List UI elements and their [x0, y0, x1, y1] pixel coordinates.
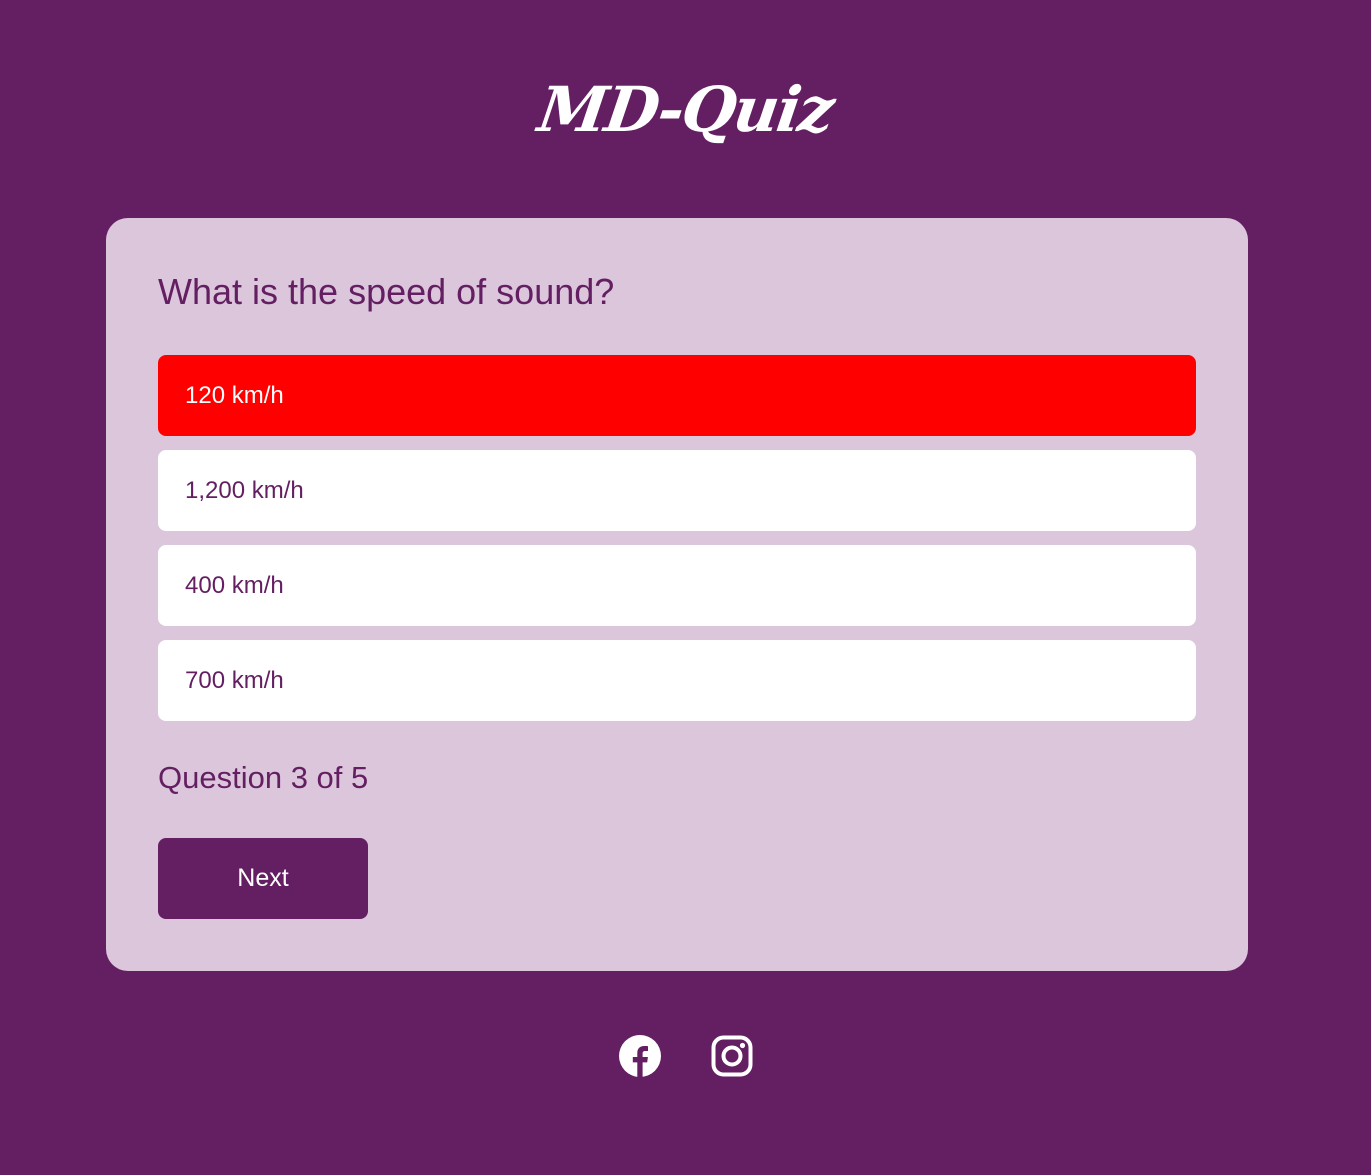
answer-option-incorrect[interactable]: 120 km/h [158, 355, 1196, 436]
question-progress: Question 3 of 5 [158, 760, 369, 795]
answer-option[interactable]: 1,200 km/h [158, 450, 1196, 531]
answer-option[interactable]: 700 km/h [158, 640, 1196, 721]
answer-option[interactable]: 400 km/h [158, 545, 1196, 626]
question-text: What is the speed of sound? [158, 271, 615, 312]
social-links [0, 1034, 1371, 1078]
instagram-link[interactable] [710, 1034, 754, 1078]
quiz-card: What is the speed of sound? 120 km/h 1,2… [106, 218, 1248, 971]
instagram-icon [711, 1035, 752, 1077]
next-button[interactable]: Next [158, 838, 368, 919]
facebook-icon [618, 1035, 661, 1078]
site-logo: MD-Quiz [533, 73, 838, 146]
facebook-link[interactable] [618, 1034, 662, 1078]
answer-list: 120 km/h 1,200 km/h 400 km/h 700 km/h [158, 355, 1196, 735]
